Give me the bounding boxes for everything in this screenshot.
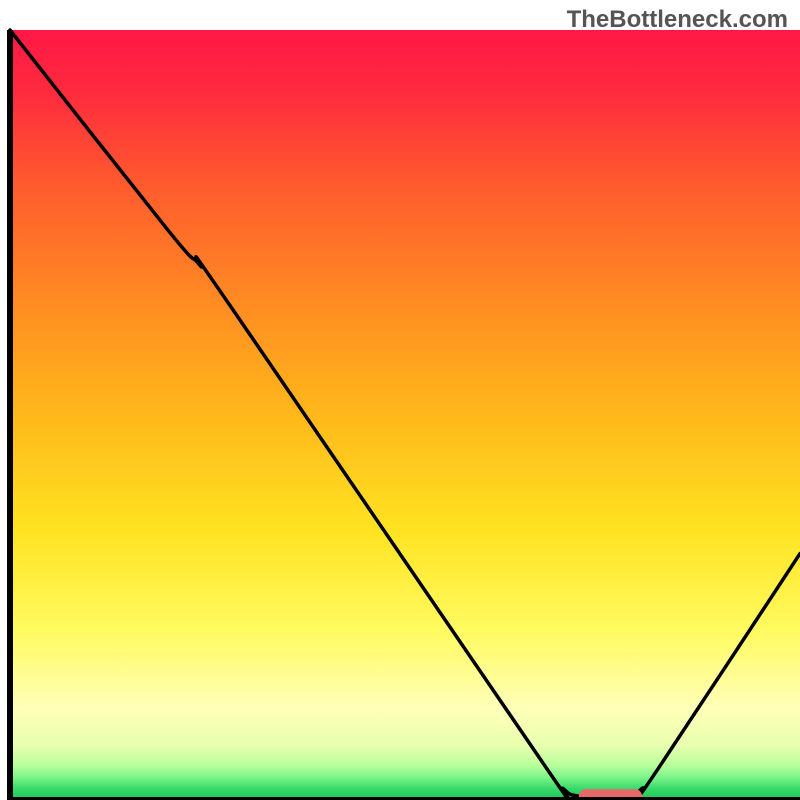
chart-svg: [0, 0, 800, 800]
bottleneck-chart: TheBottleneck.com: [0, 0, 800, 800]
gradient-background: [10, 30, 800, 800]
plot-group: [0, 0, 800, 800]
watermark-text: TheBottleneck.com: [567, 6, 788, 34]
